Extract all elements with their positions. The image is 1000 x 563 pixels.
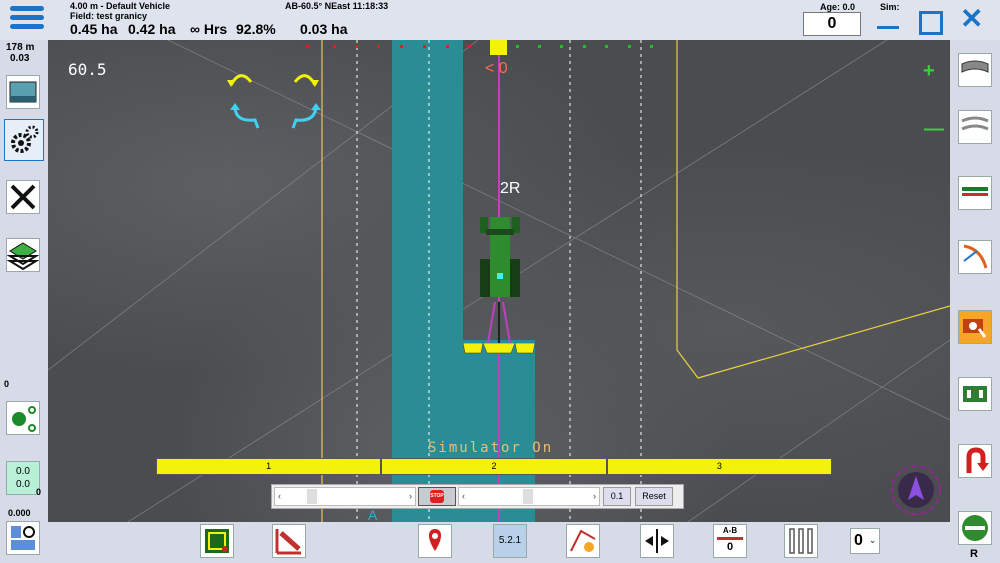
section-1-button[interactable]: 1 [156, 458, 382, 475]
step-value-button[interactable]: 0.1 [603, 487, 631, 506]
field-boundary [676, 40, 950, 379]
gps-share-icon[interactable] [6, 401, 40, 435]
tractor-icon [480, 217, 520, 297]
section-bar: 1 2 3 [156, 458, 832, 475]
area-actual: 0.42 ha [128, 21, 176, 37]
dropdown-value: 0 [854, 532, 863, 549]
offset-bottom: 0.0 [16, 479, 30, 490]
boundary-icon[interactable] [958, 377, 992, 411]
ab-line-icon[interactable] [958, 176, 992, 210]
left-toolbar: 178 m 0.03 0 0.0 0.0 0 0.000 [0, 40, 48, 563]
ab-info: AB-60.5° NEast 11:18:33 [285, 1, 389, 11]
simulator-controls: ‹ › STOP ‹ › 0.1 Reset [271, 484, 684, 509]
line-select-dropdown[interactable]: 0 ⌄ [850, 528, 880, 554]
version-button[interactable]: 5.2.1 [493, 524, 527, 558]
r-label: R [970, 548, 978, 560]
steer-slider[interactable]: ‹ › [274, 487, 416, 506]
maximize-button[interactable] [919, 11, 943, 35]
zoom-in-button[interactable]: + [923, 60, 935, 83]
field-map[interactable]: 60.5 < 0 2R + — Simulator On 1 2 3 ‹ › S… [48, 40, 950, 522]
implement-boom [463, 343, 535, 354]
section-3-button[interactable]: 3 [606, 458, 832, 475]
offset-readout: < 0 [485, 60, 508, 77]
speed-left-arrow[interactable]: ‹ [462, 491, 465, 501]
hours: ∞ Hrs [190, 21, 228, 37]
camera-touch-icon[interactable] [958, 310, 992, 344]
distance-sub: 0.03 [10, 53, 30, 64]
area-worked: 0.45 ha [70, 21, 118, 37]
autosteer-icon[interactable] [958, 511, 992, 545]
uturn-icon[interactable] [958, 444, 992, 478]
speed-readout: 0.000 [8, 508, 31, 518]
contour-icon[interactable] [958, 53, 992, 87]
simulator-status: Simulator On [428, 440, 554, 456]
shift-right-icon [291, 107, 318, 129]
speed-slider-thumb[interactable] [523, 489, 533, 504]
speed-right-arrow[interactable]: › [593, 491, 596, 501]
minimize-button[interactable] [877, 26, 899, 29]
stop-icon: STOP [430, 490, 444, 503]
nudge-icon[interactable] [640, 524, 674, 558]
lane-label: 2R [500, 180, 521, 197]
settings-gear-icon[interactable] [4, 119, 44, 161]
steer-left-arrow[interactable]: ‹ [278, 491, 281, 501]
sim-label: Sim: [880, 2, 900, 12]
shift-left-icon [233, 107, 260, 129]
compass-icon[interactable] [890, 464, 942, 516]
snap-icon[interactable] [958, 240, 992, 274]
stop-button[interactable]: STOP [418, 487, 456, 506]
section-2-button[interactable]: 2 [381, 458, 607, 475]
a-point-marker: A [368, 507, 378, 522]
menu-icon[interactable] [10, 6, 44, 32]
chevron-down-icon: ⌄ [869, 536, 876, 545]
reset-button[interactable]: Reset [635, 487, 673, 506]
left-counter: 0 [4, 379, 10, 389]
field-label: Field: test granicy [70, 11, 148, 21]
bottom-toolbar: 5.2.1 A-B 0 0 ⌄ [48, 522, 950, 563]
heading-readout: 60.5 [68, 60, 107, 79]
area-remaining: 0.03 ha [300, 21, 348, 37]
distance-label: 178 m [6, 42, 35, 53]
age-label: Age: 0.0 [820, 2, 856, 12]
ab-offset-button[interactable]: A-B 0 [713, 524, 747, 558]
offset-right: 0 [36, 487, 42, 497]
vehicle-label: 4.00 m - Default Vehicle [70, 1, 171, 11]
flag-pin-icon[interactable] [418, 524, 452, 558]
percent: 92.8% [236, 21, 276, 37]
age-value: 0 [803, 12, 861, 36]
guidance-lines-icon[interactable] [784, 524, 818, 558]
ab-label: A-B [722, 526, 738, 535]
right-toolbar: R [950, 40, 1000, 563]
curve-icon[interactable] [958, 110, 992, 144]
tram-lines-icon[interactable] [272, 524, 306, 558]
offset-box[interactable]: 0.0 0.0 [6, 461, 40, 495]
layers-icon[interactable] [6, 238, 40, 272]
zoom-out-button[interactable]: — [924, 118, 944, 141]
steer-icon[interactable] [6, 521, 40, 555]
ab-value: 0 [726, 541, 734, 553]
tools-icon[interactable] [6, 180, 40, 214]
steer-slider-thumb[interactable] [307, 489, 317, 504]
field-view-icon[interactable] [6, 75, 40, 109]
edit-path-icon[interactable] [566, 524, 600, 558]
headland-icon[interactable] [200, 524, 234, 558]
top-bar: 4.00 m - Default Vehicle Field: test gra… [0, 0, 1000, 40]
lightbar [306, 40, 653, 55]
speed-slider[interactable]: ‹ › [458, 487, 600, 506]
close-button[interactable]: ✕ [960, 4, 983, 34]
steer-right-arrow[interactable]: › [409, 491, 412, 501]
offset-top: 0.0 [16, 466, 30, 477]
